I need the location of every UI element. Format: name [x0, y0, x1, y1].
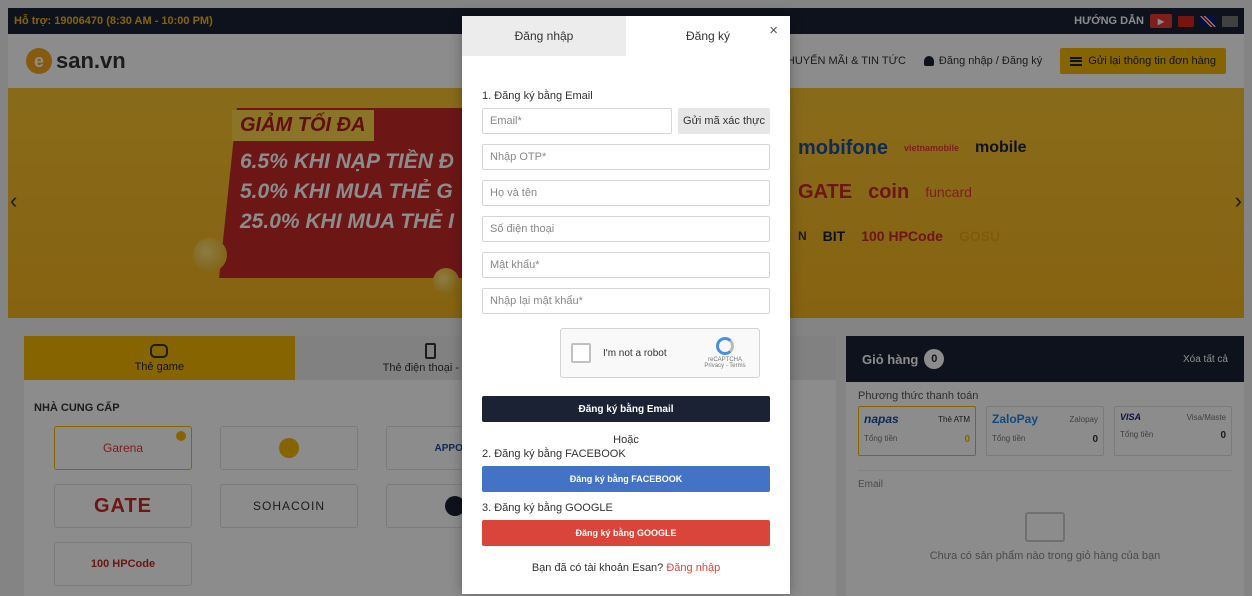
phone-input[interactable] [482, 216, 770, 242]
email-row: Gửi mã xác thực [482, 108, 770, 134]
password-input[interactable] [482, 252, 770, 278]
recaptcha-terms[interactable]: Privacy - Terms [701, 363, 749, 369]
or-divider: Hoặc [613, 434, 639, 446]
auth-modal: Đăng nhập Đăng ký × 1. Đăng ký bằng Emai… [462, 16, 790, 594]
tab-register[interactable]: Đăng ký [626, 16, 790, 56]
register-email-button[interactable]: Đăng ký bằng Email [482, 396, 770, 422]
email-input[interactable] [482, 108, 672, 134]
tab-login[interactable]: Đăng nhập [462, 16, 626, 56]
confirm-password-input[interactable] [482, 288, 770, 314]
send-otp-button[interactable]: Gửi mã xác thực [678, 108, 770, 134]
recaptcha-brand: reCAPTCHA Privacy - Terms [701, 337, 749, 369]
modal-tabs: Đăng nhập Đăng ký [462, 16, 790, 56]
step-google-label: 3. Đăng ký bằng GOOGLE [482, 502, 613, 514]
fullname-input[interactable] [482, 180, 770, 206]
login-link[interactable]: Đăng nhập [666, 562, 720, 574]
recaptcha-widget: I'm not a robot reCAPTCHA Privacy - Term… [560, 328, 760, 378]
register-facebook-button[interactable]: Đăng ký bằng FACEBOOK [482, 466, 770, 492]
close-icon[interactable]: × [769, 22, 778, 39]
otp-input[interactable] [482, 144, 770, 170]
register-google-button[interactable]: Đăng ký bằng GOOGLE [482, 520, 770, 546]
recaptcha-checkbox[interactable] [571, 343, 591, 363]
step-facebook-label: 2. Đăng ký bằng FACEBOOK [482, 448, 626, 460]
recaptcha-label: I'm not a robot [603, 347, 667, 359]
field-stack [482, 134, 770, 314]
login-prompt: Bạn đã có tài khoản Esan? Đăng nhập [482, 562, 770, 574]
login-prompt-text: Bạn đã có tài khoản Esan? [531, 562, 664, 574]
recaptcha-icon [716, 337, 734, 355]
step-email-label: 1. Đăng ký bằng Email [482, 90, 593, 102]
register-form: 1. Đăng ký bằng Email Gửi mã xác thực I'… [462, 90, 790, 574]
